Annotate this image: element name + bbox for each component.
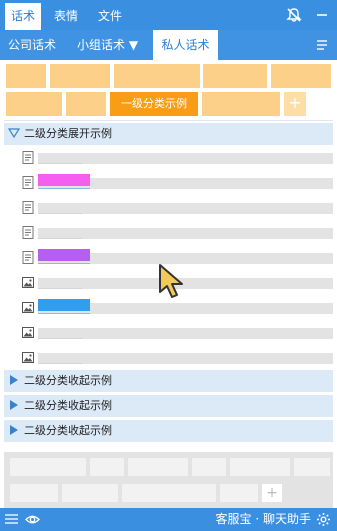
document-icon [22, 251, 34, 264]
template-chip[interactable] [128, 458, 188, 476]
group-collapsed[interactable]: 二级分类收起示例 [4, 420, 333, 442]
template-chip[interactable] [294, 458, 330, 476]
add-category-label: + [288, 93, 302, 112]
tab-emoji[interactable]: 表情 [46, 3, 86, 30]
template-chip[interactable] [90, 458, 124, 476]
image-icon [22, 327, 34, 338]
template-chip[interactable] [192, 458, 226, 476]
document-icon [22, 226, 34, 239]
image-icon [22, 277, 34, 288]
script-text-placeholder [38, 203, 333, 214]
add-template-button[interactable]: + [262, 484, 282, 502]
chevron-right-icon [10, 400, 18, 410]
footer-bar: 客服宝 · 聊天助手 [0, 508, 337, 531]
group-collapsed-label: 二级分类收起示例 [24, 374, 112, 387]
add-template-label: + [266, 485, 278, 501]
document-icon [22, 151, 34, 164]
script-row[interactable] [4, 170, 333, 195]
script-tag [38, 299, 90, 311]
tag-underline [38, 313, 90, 314]
script-tag [38, 174, 90, 186]
chevron-right-icon [10, 375, 18, 385]
tab-files-label: 文件 [97, 9, 122, 23]
tab-team-label: 小组话术 ▼ [77, 38, 139, 52]
group-collapsed-label: 二级分类收起示例 [24, 424, 112, 437]
category-chip[interactable] [50, 64, 110, 88]
template-chip[interactable] [230, 458, 290, 476]
eye-icon[interactable] [25, 512, 40, 527]
category-grid: 一级分类示例 + [0, 60, 337, 120]
menu-icon[interactable] [315, 38, 329, 52]
script-title-line [38, 363, 82, 364]
script-text-placeholder [38, 153, 333, 164]
template-chip[interactable] [10, 458, 86, 476]
category-chip[interactable] [202, 92, 280, 116]
gear-icon[interactable] [316, 512, 331, 527]
group-collapsed[interactable]: 二级分类收起示例 [4, 395, 333, 417]
category-selected-label: 一级分类示例 [121, 97, 187, 110]
divider [4, 120, 333, 121]
category-chip[interactable] [6, 64, 46, 88]
minimize-icon[interactable] [314, 7, 330, 23]
script-row[interactable] [4, 345, 333, 370]
script-row[interactable] [4, 220, 333, 245]
tab-files[interactable]: 文件 [90, 3, 130, 30]
template-chip[interactable] [10, 484, 58, 502]
template-chip[interactable] [62, 484, 118, 502]
category-chip[interactable] [6, 92, 62, 116]
top-bar: 话术 表情 文件 [0, 0, 337, 30]
add-category-button[interactable]: + [284, 92, 306, 116]
script-text-placeholder [38, 228, 333, 239]
category-chip[interactable] [66, 92, 106, 116]
script-text-placeholder [38, 328, 333, 339]
script-text-placeholder [38, 353, 333, 364]
chevron-down-icon [8, 128, 20, 139]
template-chip[interactable] [122, 484, 216, 502]
mouse-cursor-icon [159, 264, 183, 298]
script-tag [38, 249, 90, 261]
image-icon [22, 352, 34, 363]
script-row[interactable] [4, 145, 333, 170]
chevron-right-icon [10, 425, 18, 435]
category-chip-selected[interactable]: 一级分类示例 [110, 92, 198, 116]
quick-template-tray: + [4, 452, 333, 508]
tag-underline [38, 263, 90, 264]
document-icon [22, 201, 34, 214]
group-expanded-label: 二级分类展开示例 [24, 127, 112, 140]
group-expanded[interactable]: 二级分类展开示例 [4, 123, 333, 145]
tab-company-scripts[interactable]: 公司话术 [8, 30, 56, 60]
tag-underline [38, 188, 90, 189]
tab-scripts[interactable]: 话术 [5, 3, 41, 30]
category-chip[interactable] [203, 64, 267, 88]
tab-emoji-label: 表情 [53, 9, 78, 23]
tab-team-scripts[interactable]: 小组话术 ▼ [77, 30, 138, 60]
script-title-line [38, 163, 82, 164]
mute-bell-icon[interactable] [286, 7, 302, 23]
category-chip[interactable] [271, 64, 331, 88]
tab-scripts-label: 话术 [10, 9, 35, 23]
tab-private-scripts[interactable]: 私人话术 [153, 30, 218, 60]
group-collapsed[interactable]: 二级分类收起示例 [4, 370, 333, 392]
image-icon [22, 302, 34, 313]
script-title-line [38, 338, 82, 339]
tab-company-label: 公司话术 [8, 38, 57, 52]
script-row[interactable] [4, 320, 333, 345]
sub-tab-bar: 公司话术 小组话术 ▼ 私人话术 [0, 30, 337, 60]
brand-label: 客服宝 · 聊天助手 [215, 512, 311, 526]
script-title-line [38, 213, 82, 214]
list-icon[interactable] [4, 512, 19, 527]
category-chip[interactable] [114, 64, 200, 88]
template-chip[interactable] [220, 484, 258, 502]
script-row[interactable] [4, 195, 333, 220]
script-title-line [38, 288, 82, 289]
script-title-line [38, 238, 82, 239]
document-icon [22, 176, 34, 189]
group-collapsed-label: 二级分类收起示例 [24, 399, 112, 412]
tab-private-label: 私人话术 [161, 38, 210, 52]
